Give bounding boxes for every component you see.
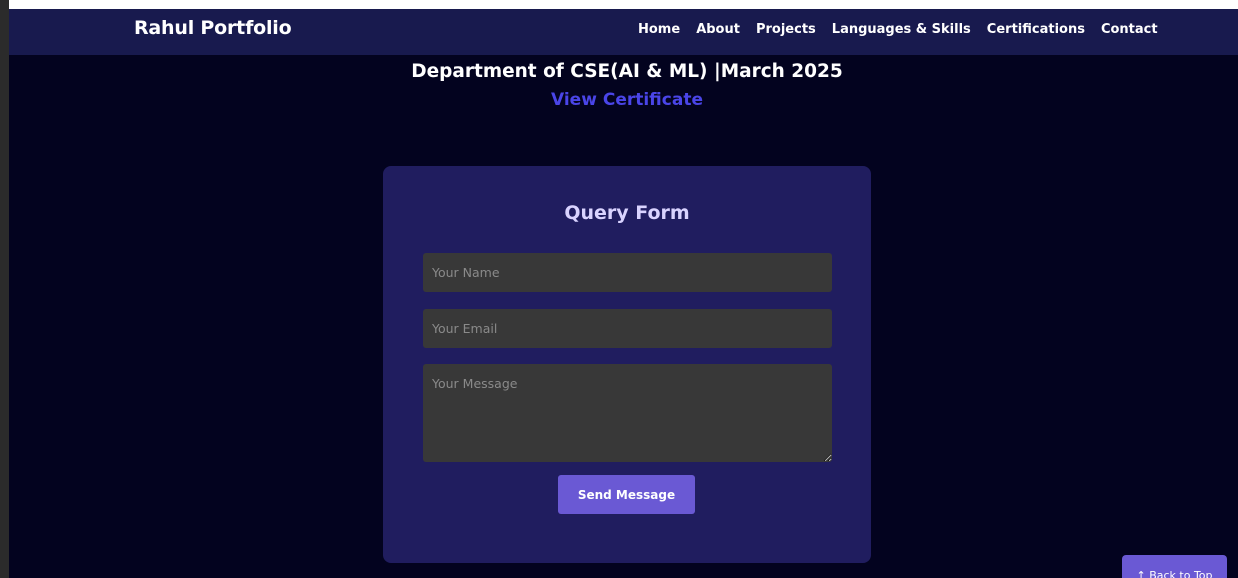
window-edge [0, 0, 9, 578]
form-title: Query Form [564, 202, 690, 224]
browser-frame: Rahul Portfolio Home About Projects Lang… [0, 0, 1238, 578]
nav-link-about[interactable]: About [696, 22, 740, 37]
nav-links: Home About Projects Languages & Skills C… [638, 22, 1174, 37]
nav-link-certifications[interactable]: Certifications [987, 22, 1085, 37]
navbar: Rahul Portfolio Home About Projects Lang… [9, 9, 1238, 55]
nav-link-projects[interactable]: Projects [756, 22, 816, 37]
message-textarea[interactable] [423, 364, 832, 462]
view-certificate-link[interactable]: View Certificate [9, 90, 1238, 110]
nav-link-languages-skills[interactable]: Languages & Skills [832, 22, 971, 37]
send-message-button[interactable]: Send Message [558, 475, 695, 514]
name-input[interactable] [423, 253, 832, 292]
page-viewport: Rahul Portfolio Home About Projects Lang… [9, 9, 1238, 578]
back-to-top-button[interactable]: ↑ Back to Top [1122, 555, 1227, 578]
certification-title: Department of CSE(AI & ML) |March 2025 [411, 61, 843, 82]
nav-link-contact[interactable]: Contact [1101, 22, 1158, 37]
brand-logo[interactable]: Rahul Portfolio [134, 17, 292, 39]
nav-link-home[interactable]: Home [638, 22, 680, 37]
query-form: Query Form Send Message [383, 166, 871, 563]
email-input[interactable] [423, 309, 832, 348]
